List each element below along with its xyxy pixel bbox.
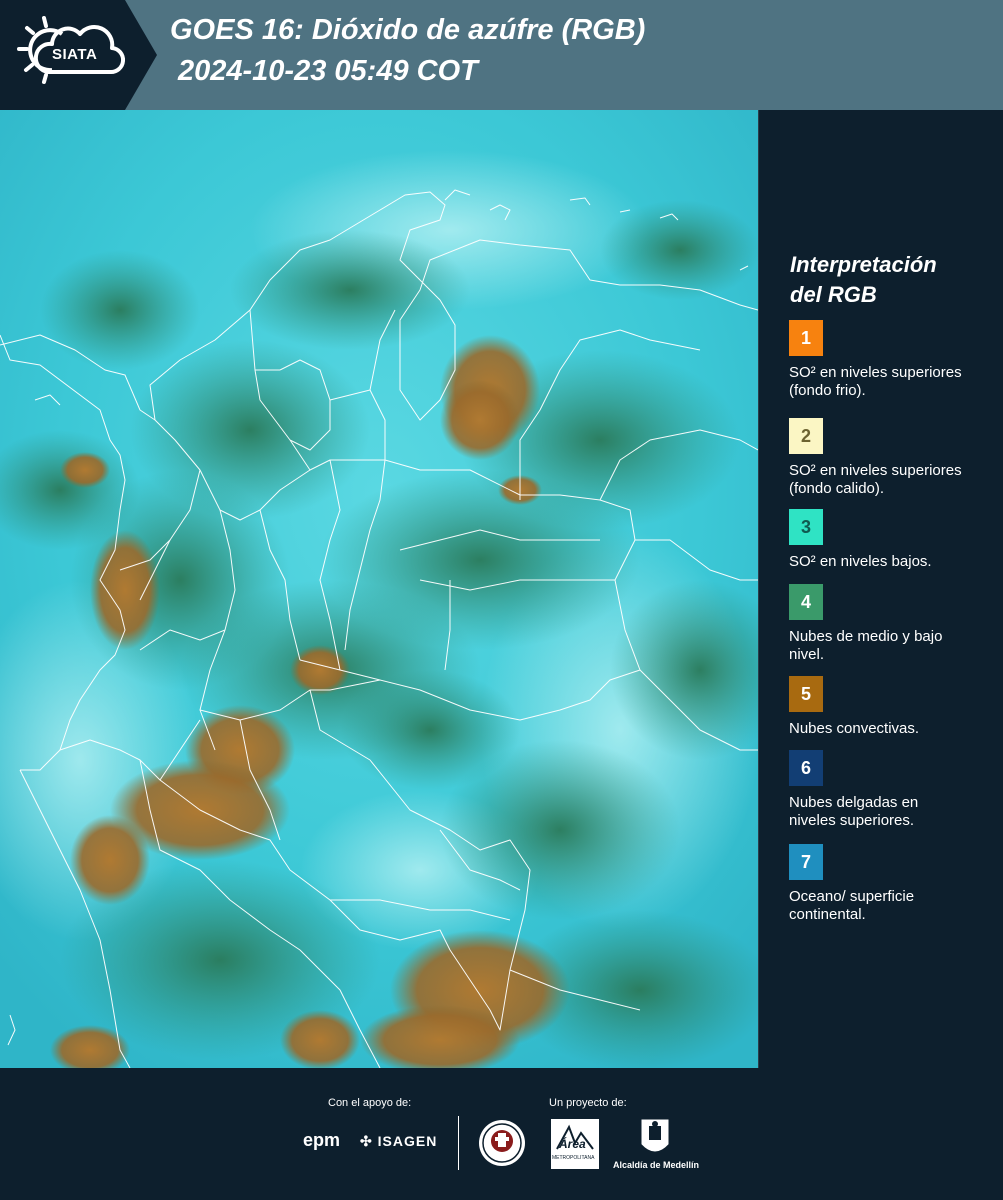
siata-logo[interactable]: SIATA bbox=[0, 0, 157, 110]
legend-swatch: 7 bbox=[789, 844, 823, 880]
legend-item-1: 1 SO² en niveles superiores (fondo frio)… bbox=[789, 320, 989, 400]
legend-label: Oceano/ superficie continental. bbox=[789, 888, 915, 923]
legend-item-5: 5 Nubes convectivas. bbox=[789, 676, 989, 756]
rgb-legend: Interpretación del RGB 1 SO² en niveles … bbox=[758, 110, 1003, 1068]
alcaldia-logo[interactable]: Alcaldía de Medellín bbox=[613, 1118, 699, 1170]
legend-label: Nubes de medio y bajo nivel. bbox=[789, 628, 943, 663]
legend-number: 1 bbox=[800, 327, 811, 348]
page-title: GOES 16: Dióxido de azúfre (RGB) bbox=[170, 14, 646, 46]
isagen-logo[interactable]: ✣ ISAGEN bbox=[360, 1133, 437, 1150]
legend-swatch: 1 bbox=[789, 320, 823, 356]
legend-number: 3 bbox=[800, 516, 811, 537]
logo-text: SIATA bbox=[52, 46, 98, 63]
alcaldia-logo-text: Alcaldía de Medellín bbox=[613, 1160, 700, 1170]
header-bar: SIATA GOES 16: Dióxido de azúfre (RGB) 2… bbox=[0, 0, 1003, 110]
legend-title-line2: del RGB bbox=[790, 282, 877, 307]
footer-bar: Con el apoyo de: Un proyecto de: epm ✣ I… bbox=[0, 1068, 1003, 1200]
legend-number: 6 bbox=[800, 757, 811, 778]
legend-label: SO² en niveles superiores (fondo frio). bbox=[789, 364, 962, 399]
legend-label: Nubes delgadas en niveles superiores. bbox=[789, 794, 919, 829]
area-logo-subtext: METROPOLITANA bbox=[552, 1155, 595, 1161]
support-label: Con el apoyo de: bbox=[328, 1097, 412, 1109]
legend-swatch: 6 bbox=[789, 750, 823, 786]
seal-icon bbox=[479, 1120, 525, 1166]
satellite-map[interactable] bbox=[0, 110, 758, 1068]
epm-logo[interactable]: epm bbox=[303, 1130, 340, 1151]
legend-number: 5 bbox=[800, 683, 811, 704]
legend-title-line1: Interpretación bbox=[790, 252, 937, 277]
university-seal-logo[interactable] bbox=[477, 1118, 527, 1173]
legend-number: 7 bbox=[800, 851, 811, 872]
legend-swatch: 3 bbox=[789, 509, 823, 545]
legend-item-3: 3 SO² en niveles bajos. bbox=[789, 509, 989, 589]
area-metropolitana-logo[interactable]: Área METROPOLITANA bbox=[551, 1119, 599, 1174]
legend-item-6: 6 Nubes delgadas en niveles superiores. bbox=[789, 750, 989, 830]
legend-item-2: 2 SO² en niveles superiores (fondo calid… bbox=[789, 418, 989, 516]
satellite-image bbox=[0, 110, 758, 1068]
page-timestamp: 2024-10-23 05:49 COT bbox=[178, 55, 478, 87]
legend-swatch: 5 bbox=[789, 676, 823, 712]
legend-item-4: 4 Nubes de medio y bajo nivel. bbox=[789, 584, 989, 664]
legend-number: 4 bbox=[800, 591, 811, 612]
epm-logo-text: epm bbox=[303, 1130, 341, 1150]
legend-title: Interpretación del RGB bbox=[790, 250, 990, 310]
legend-swatch: 2 bbox=[789, 418, 823, 454]
project-label: Un proyecto de: bbox=[549, 1097, 627, 1109]
legend-label: SO² en niveles superiores (fondo calido)… bbox=[789, 462, 962, 497]
legend-swatch: 4 bbox=[789, 584, 823, 620]
isagen-mark-icon: ✣ bbox=[360, 1133, 373, 1149]
footer-divider bbox=[458, 1116, 459, 1170]
area-logo-text: Área bbox=[559, 1137, 586, 1151]
legend-number: 2 bbox=[800, 425, 811, 446]
isagen-logo-text: ISAGEN bbox=[377, 1133, 438, 1149]
alcaldia-shield-icon bbox=[641, 1119, 669, 1152]
legend-item-7: 7 Oceano/ superficie continental. bbox=[789, 844, 989, 924]
